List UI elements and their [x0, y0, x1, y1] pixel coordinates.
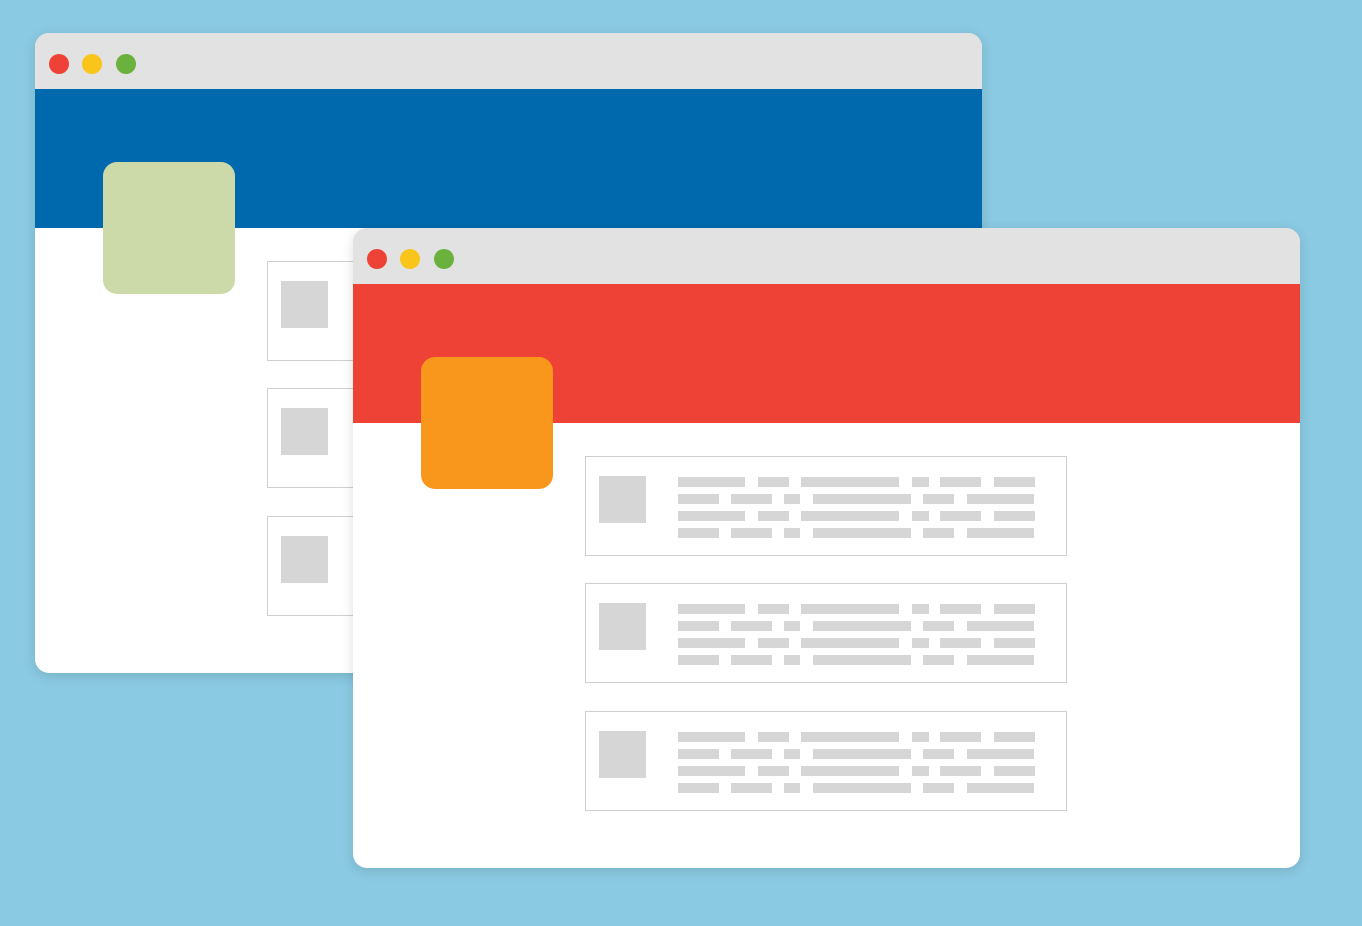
text-placeholder-line [813, 783, 911, 793]
text-placeholder-line [801, 604, 899, 614]
text-placeholder-line [758, 511, 789, 521]
browser-window-front[interactable] [353, 228, 1300, 868]
text-placeholder-line [731, 783, 772, 793]
text-placeholder-line [912, 604, 929, 614]
text-placeholder-line [758, 766, 789, 776]
text-placeholder-line [994, 638, 1035, 648]
text-placeholder-line [923, 749, 954, 759]
text-placeholder-line [967, 655, 1034, 665]
text-placeholder-line [940, 604, 981, 614]
text-placeholder-line [801, 477, 899, 487]
text-placeholder-line [678, 604, 745, 614]
image-placeholder-icon [599, 731, 646, 778]
text-placeholder-line [912, 732, 929, 742]
text-placeholder-line [813, 655, 911, 665]
text-placeholder-line [967, 749, 1034, 759]
text-placeholder-line [801, 766, 899, 776]
text-placeholder-line [923, 655, 954, 665]
text-placeholder-line [923, 494, 954, 504]
text-placeholder-line [940, 638, 981, 648]
text-placeholder-line [940, 766, 981, 776]
text-placeholder-line [994, 732, 1035, 742]
text-placeholder-line [758, 604, 789, 614]
text-placeholder-line [923, 621, 954, 631]
text-placeholder-line [731, 528, 772, 538]
text-placeholder-line [731, 494, 772, 504]
text-placeholder-line [940, 511, 981, 521]
text-placeholder-line [678, 477, 745, 487]
image-placeholder-icon [281, 281, 328, 328]
text-placeholder-line [678, 766, 745, 776]
text-placeholder-line [967, 494, 1034, 504]
text-placeholder-line [940, 477, 981, 487]
text-placeholder-line [731, 749, 772, 759]
text-placeholder-line [678, 783, 719, 793]
image-placeholder-icon [599, 476, 646, 523]
text-placeholder-line [967, 783, 1034, 793]
text-placeholder-line [912, 638, 929, 648]
minimize-dot-icon[interactable] [82, 54, 102, 74]
text-placeholder-line [758, 638, 789, 648]
text-placeholder-line [678, 732, 745, 742]
text-placeholder-line [678, 655, 719, 665]
list-card[interactable] [585, 456, 1067, 556]
text-placeholder-line [758, 477, 789, 487]
text-placeholder-line [923, 528, 954, 538]
text-placeholder-line [678, 749, 719, 759]
text-placeholder-line [784, 621, 800, 631]
text-placeholder-line [758, 732, 789, 742]
logo-placeholder [103, 162, 235, 294]
text-placeholder-line [784, 655, 800, 665]
text-placeholder-line [784, 528, 800, 538]
list-card[interactable] [585, 711, 1067, 811]
text-placeholder-line [813, 528, 911, 538]
text-placeholder-line [967, 621, 1034, 631]
title-bar[interactable] [353, 228, 1300, 284]
text-placeholder-line [801, 511, 899, 521]
maximize-dot-icon[interactable] [116, 54, 136, 74]
text-placeholder-line [967, 528, 1034, 538]
logo-placeholder [421, 357, 553, 489]
text-placeholder-line [912, 766, 929, 776]
text-placeholder-line [731, 655, 772, 665]
text-placeholder-line [678, 638, 745, 648]
image-placeholder-icon [599, 603, 646, 650]
text-placeholder-line [912, 511, 929, 521]
text-placeholder-line [994, 766, 1035, 776]
text-placeholder-line [813, 621, 911, 631]
close-dot-icon[interactable] [49, 54, 69, 74]
image-placeholder-icon [281, 536, 328, 583]
text-placeholder-line [994, 477, 1035, 487]
text-placeholder-line [813, 494, 911, 504]
text-placeholder-line [994, 604, 1035, 614]
text-placeholder-line [678, 494, 719, 504]
text-placeholder-line [784, 494, 800, 504]
text-placeholder-line [813, 749, 911, 759]
text-placeholder-line [784, 749, 800, 759]
text-placeholder-line [678, 511, 745, 521]
text-placeholder-line [940, 732, 981, 742]
minimize-dot-icon[interactable] [400, 249, 420, 269]
text-placeholder-line [731, 621, 772, 631]
maximize-dot-icon[interactable] [434, 249, 454, 269]
text-placeholder-line [923, 783, 954, 793]
text-placeholder-line [801, 638, 899, 648]
text-placeholder-line [784, 783, 800, 793]
list-card[interactable] [585, 583, 1067, 683]
text-placeholder-line [912, 477, 929, 487]
title-bar[interactable] [35, 33, 982, 89]
text-placeholder-line [801, 732, 899, 742]
close-dot-icon[interactable] [367, 249, 387, 269]
text-placeholder-line [678, 621, 719, 631]
image-placeholder-icon [281, 408, 328, 455]
text-placeholder-line [994, 511, 1035, 521]
text-placeholder-line [678, 528, 719, 538]
